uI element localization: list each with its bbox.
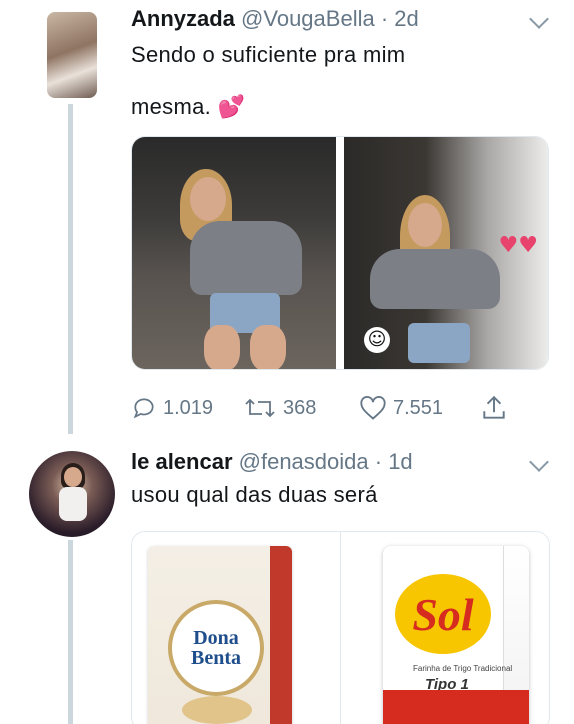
photo[interactable]: ♥♥ ☺ xyxy=(344,137,548,369)
tweet-media[interactable]: ♥♥ ☺ xyxy=(131,136,549,370)
retweet-count: 368 xyxy=(283,396,317,419)
photo-detail xyxy=(370,249,500,309)
thread-connector xyxy=(68,540,73,724)
retweet-icon xyxy=(245,398,275,418)
reply-icon xyxy=(133,398,154,419)
flour-bag: Dona Benta xyxy=(148,546,292,724)
thread-connector xyxy=(68,104,73,434)
author-name[interactable]: Annyzada xyxy=(131,6,235,31)
brand-seal: Dona Benta xyxy=(168,600,264,696)
brand-name: Sol xyxy=(412,588,474,640)
photo-detail xyxy=(190,177,226,221)
bag-stripe xyxy=(383,690,529,724)
photo-detail xyxy=(408,203,442,247)
tweet-time[interactable]: · 1d xyxy=(375,449,413,474)
photo-dona-benta[interactable]: Dona Benta xyxy=(132,532,340,724)
photo[interactable] xyxy=(132,137,336,369)
reply-count: 1.019 xyxy=(163,396,214,419)
photo-detail xyxy=(250,325,286,369)
like-count: 7.551 xyxy=(393,396,444,419)
like-button[interactable]: 7.551 xyxy=(359,390,443,426)
photo-detail xyxy=(408,323,470,363)
tweet-text-line: Sendo o suficiente pra mim xyxy=(131,42,406,67)
share-icon xyxy=(483,395,505,419)
retweet-button[interactable]: 368 xyxy=(243,390,316,426)
photo-detail xyxy=(190,221,302,295)
product-description: Farinha de Trigo Tradicional xyxy=(413,664,513,673)
avatar[interactable] xyxy=(29,451,115,537)
smiley-icon: ☺ xyxy=(364,327,390,353)
two-hearts-emoji: 💕 xyxy=(217,95,246,120)
brand-name: Dona Benta xyxy=(191,627,241,669)
tweet-time[interactable]: · 2d xyxy=(381,6,419,31)
sun-logo-icon: Sol xyxy=(395,574,491,654)
reply-button[interactable]: 1.019 xyxy=(131,390,213,426)
photo-detail xyxy=(204,325,240,369)
tweet-media[interactable]: Dona Benta Sol Farinha de Trigo Tradicio… xyxy=(131,531,550,724)
author-handle[interactable]: @fenasdoida xyxy=(239,449,369,474)
flour-bag: Sol Farinha de Trigo Tradicional Tipo 1 xyxy=(383,546,529,724)
tweet-actions: 1.019 368 7.551 xyxy=(131,390,511,426)
tweet-header: Annyzada @VougaBella · 2d xyxy=(131,6,419,32)
chevron-down-icon[interactable] xyxy=(529,9,549,29)
heart-icon xyxy=(360,395,386,420)
avatar-detail xyxy=(59,487,87,521)
author-name[interactable]: le alencar xyxy=(131,449,233,474)
tweet-text: Sendo o suficiente pra mim mesma. 💕 xyxy=(131,32,405,131)
tweet-text-line: mesma. xyxy=(131,94,212,119)
chevron-down-icon[interactable] xyxy=(529,452,549,472)
bag-side xyxy=(270,546,292,724)
photo-sol[interactable]: Sol Farinha de Trigo Tradicional Tipo 1 xyxy=(340,532,549,724)
avatar-detail xyxy=(64,467,82,487)
author-handle[interactable]: @VougaBella xyxy=(241,6,375,31)
share-button[interactable] xyxy=(481,390,507,426)
avatar[interactable] xyxy=(47,12,97,98)
wheat-icon xyxy=(182,696,252,724)
heart-sticker-icon: ♥♥ xyxy=(498,233,538,258)
tweet-text: usou qual das duas será xyxy=(131,482,378,507)
